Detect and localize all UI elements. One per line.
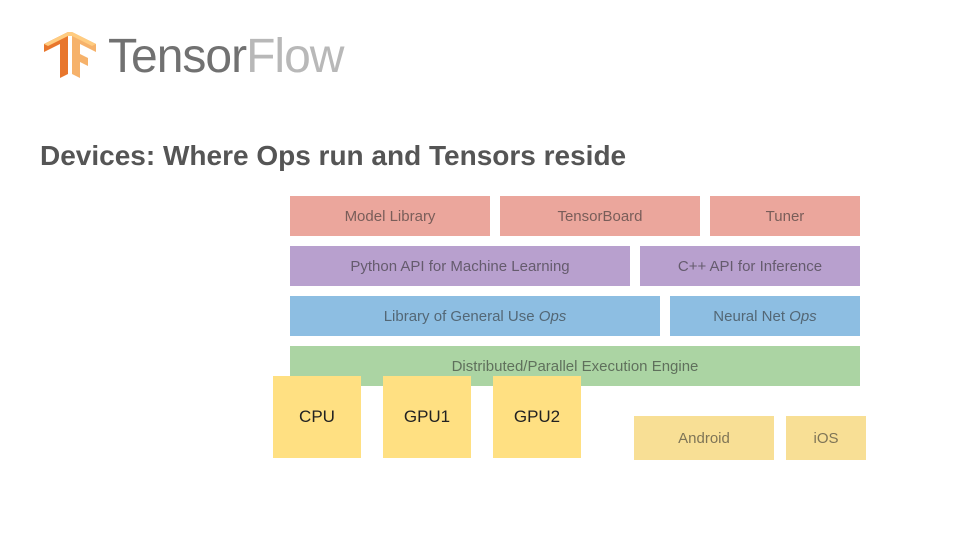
logo-word-flow: Flow	[246, 30, 343, 83]
box-python-api: Python API for Machine Learning	[290, 246, 630, 286]
device-gpu2: GPU2	[493, 376, 581, 458]
box-neural-ops: Neural Net Ops	[670, 296, 860, 336]
box-cpp-api: C++ API for Inference	[640, 246, 860, 286]
logo-text: TensorFlow	[108, 29, 343, 84]
tensorflow-logo-icon	[40, 26, 100, 86]
box-tensorboard: TensorBoard	[500, 196, 700, 236]
text-neural-ops-em: Ops	[789, 308, 817, 325]
row-apis: Python API for Machine Learning C++ API …	[290, 246, 860, 286]
box-general-ops: Library of General Use Ops	[290, 296, 660, 336]
platforms-row: Android iOS	[634, 416, 866, 460]
box-tuner: Tuner	[710, 196, 860, 236]
row-apps: Model Library TensorBoard Tuner	[290, 196, 860, 236]
logo-word-tensor: Tensor	[108, 30, 246, 83]
slide-title: Devices: Where Ops run and Tensors resid…	[40, 140, 626, 172]
devices-overlay: CPU GPU1 GPU2	[273, 376, 581, 458]
text-neural-ops-prefix: Neural Net	[713, 308, 789, 325]
platform-android: Android	[634, 416, 774, 460]
box-model-library: Model Library	[290, 196, 490, 236]
device-gpu1: GPU1	[383, 376, 471, 458]
text-general-ops-prefix: Library of General Use	[384, 308, 539, 325]
architecture-stack: Model Library TensorBoard Tuner Python A…	[290, 196, 860, 396]
tensorflow-logo: TensorFlow	[40, 26, 343, 86]
device-cpu: CPU	[273, 376, 361, 458]
row-ops: Library of General Use Ops Neural Net Op…	[290, 296, 860, 336]
platform-ios: iOS	[786, 416, 866, 460]
text-general-ops-em: Ops	[539, 308, 567, 325]
